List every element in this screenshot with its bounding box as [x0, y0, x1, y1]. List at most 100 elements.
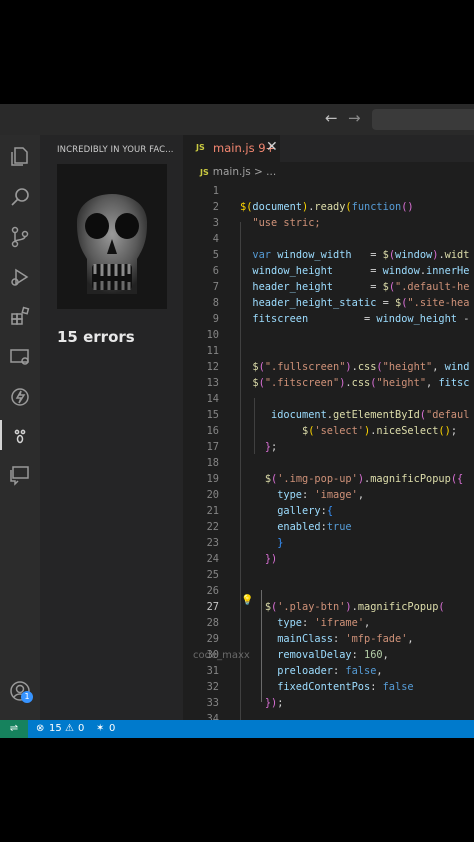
code-line[interactable]: 14 — [183, 391, 474, 407]
code-line[interactable]: 2 $(document).ready(function() — [183, 199, 474, 215]
code-text: window_height = window.innerHe — [252, 265, 470, 277]
files-icon[interactable] — [8, 145, 32, 169]
arrow-right-icon[interactable]: → — [348, 109, 361, 127]
error-summary: 15 errors — [57, 328, 135, 346]
arrow-left-icon[interactable]: ← — [325, 109, 338, 127]
breadcrumb[interactable]: JS main.js > ... — [200, 166, 276, 178]
code-text: idocument.getElementById("defaul — [271, 409, 470, 421]
line-number: 8 — [212, 297, 219, 309]
extensions-icon[interactable] — [8, 305, 32, 329]
code-line[interactable]: 10 — [183, 327, 474, 343]
chat-icon[interactable] — [8, 463, 32, 487]
panel-title: INCREDIBLY IN YOUR FAC... — [57, 145, 174, 155]
active-indicator — [0, 420, 2, 450]
code-text: $(".fitscreen").css("height", fitsc — [252, 377, 470, 389]
line-number: 25 — [206, 569, 219, 581]
close-icon[interactable]: ✕ — [266, 139, 278, 155]
side-panel: INCREDIBLY IN YOUR FAC... 15 errors — [40, 135, 183, 720]
code-line[interactable]: 1 — [183, 183, 474, 199]
line-number: 15 — [206, 409, 219, 421]
breadcrumb-path: main.js > ... — [212, 166, 277, 178]
line-number: 27 — [206, 601, 219, 613]
line-number: 21 — [206, 505, 219, 517]
line-number: 5 — [212, 249, 219, 261]
line-number: 19 — [206, 473, 219, 485]
line-number: 20 — [206, 489, 219, 501]
search-icon[interactable] — [8, 185, 32, 209]
code-line[interactable]: 8 header_height_static = $(".site-hea — [183, 295, 474, 311]
line-number: 32 — [206, 681, 219, 693]
code-text: type: 'iframe', — [277, 617, 371, 629]
code-text: mainClass: 'mfp-fade', — [277, 633, 414, 645]
code-line[interactable]: 20 type: 'image', — [183, 487, 474, 503]
code-line[interactable]: 5 var window_width = $(window).widt — [183, 247, 474, 263]
code-line[interactable]: 16 $('select').niceSelect(); — [183, 423, 474, 439]
code-text: fixedContentPos: false — [277, 681, 414, 693]
code-line[interactable]: 18 — [183, 455, 474, 471]
ghost-icon[interactable] — [8, 423, 32, 447]
code-line[interactable]: 33 }); — [183, 695, 474, 711]
code-line[interactable]: 4 — [183, 231, 474, 247]
line-number: 6 — [212, 265, 219, 277]
activity-bar: 1 — [0, 135, 40, 738]
code-line[interactable]: 3 "use stric; — [183, 215, 474, 231]
code-line[interactable]: 15 idocument.getElementById("defaul — [183, 407, 474, 423]
run-debug-icon[interactable] — [8, 265, 32, 289]
code-line[interactable]: 9 fitscreen = window_height - — [183, 311, 474, 327]
code-text: $(".fullscreen").css("height", wind — [252, 361, 470, 373]
code-line[interactable]: 11 — [183, 343, 474, 359]
code-editor[interactable]: 💡 code_maxx 1 2 $(document).ready(function… — [183, 182, 474, 720]
code-text: header_height_static = $(".site-hea — [252, 297, 470, 309]
code-line[interactable]: 30 removalDelay: 160, — [183, 647, 474, 663]
code-line[interactable]: 12 $(".fullscreen").css("height", wind — [183, 359, 474, 375]
code-line[interactable]: 31 preloader: false, — [183, 663, 474, 679]
code-line[interactable]: 29 mainClass: 'mfp-fade', — [183, 631, 474, 647]
code-text: $('.play-btn').magnificPopup( — [264, 601, 445, 613]
line-number: 7 — [212, 281, 219, 293]
remote-icon[interactable]: ⇌ — [0, 720, 28, 738]
line-number: 31 — [206, 665, 219, 677]
code-line[interactable]: 34 — [183, 711, 474, 720]
code-text: $('select').niceSelect(); — [302, 425, 458, 437]
line-number: 28 — [206, 617, 219, 629]
js-file-icon: JS — [196, 143, 205, 152]
code-text: } — [277, 537, 284, 549]
line-number: 3 — [212, 217, 219, 229]
source-control-icon[interactable] — [8, 225, 32, 249]
tab-main-js[interactable]: JS main.js 9+ ✕ — [183, 135, 280, 162]
warning-icon[interactable]: ⚠ — [65, 722, 74, 736]
code-text: fitscreen = window_height - — [252, 313, 470, 325]
lightning-icon[interactable] — [8, 385, 32, 409]
code-line[interactable]: 23 } — [183, 535, 474, 551]
status-ports-count[interactable]: 0 — [109, 722, 115, 736]
code-line[interactable]: 22 enabled:true — [183, 519, 474, 535]
status-error-count[interactable]: 15 — [49, 722, 62, 736]
code-line[interactable]: 6 window_height = window.innerHe — [183, 263, 474, 279]
line-number: 18 — [206, 457, 219, 469]
line-number: 30 — [206, 649, 219, 661]
code-line[interactable]: 26 — [183, 583, 474, 599]
code-line[interactable]: 19 $('.img-pop-up').magnificPopup({ — [183, 471, 474, 487]
error-icon[interactable]: ⊗ — [36, 722, 44, 736]
code-line[interactable]: 32 fixedContentPos: false — [183, 679, 474, 695]
line-number: 12 — [206, 361, 219, 373]
status-warning-count[interactable]: 0 — [78, 722, 84, 736]
line-number: 1 — [212, 185, 219, 197]
code-line[interactable]: 13 $(".fitscreen").css("height", fitsc — [183, 375, 474, 391]
remote-explorer-icon[interactable] — [8, 345, 32, 369]
code-line[interactable]: 7 header_height = $(".default-he — [183, 279, 474, 295]
code-text: preloader: false, — [277, 665, 383, 677]
line-number: 14 — [206, 393, 219, 405]
code-line[interactable]: 27 $('.play-btn').magnificPopup( — [183, 599, 474, 615]
line-number: 23 — [206, 537, 219, 549]
code-line[interactable]: 24 }) — [183, 551, 474, 567]
ports-icon[interactable]: ✶ — [96, 722, 104, 736]
code-line[interactable]: 17 }; — [183, 439, 474, 455]
code-text: "use stric; — [252, 217, 321, 229]
account-badge: 1 — [21, 691, 33, 703]
code-text: }; — [264, 441, 278, 453]
command-center-search[interactable] — [372, 109, 474, 130]
code-line[interactable]: 25 — [183, 567, 474, 583]
code-line[interactable]: 21 gallery:{ — [183, 503, 474, 519]
code-line[interactable]: 28 type: 'iframe', — [183, 615, 474, 631]
